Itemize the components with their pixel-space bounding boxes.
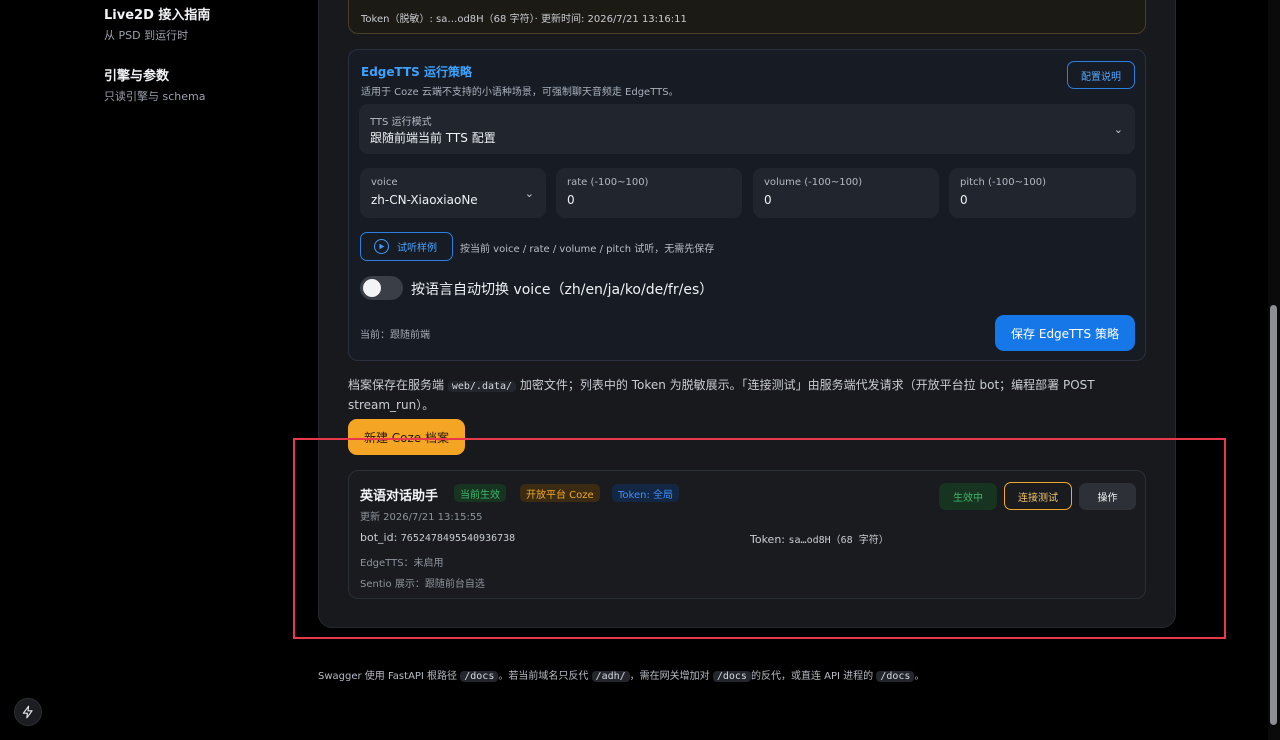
bolt-icon[interactable] [14,698,42,726]
sidebar-item-engine-params[interactable]: 引擎与参数 只读引擎与 schema [104,65,205,104]
auto-switch-voice-toggle[interactable] [360,276,403,300]
sidebar-item-title: 引擎与参数 [104,69,170,84]
rate-field[interactable]: rate (-100~100) 0 [556,168,742,218]
tts-mode-value: 跟随前端当前 TTS 配置 [370,131,496,145]
sidebar: Live2D 接入指南 从 PSD 到运行时 引擎与参数 只读引擎与 schem… [0,0,300,740]
edgetts-title: EdgeTTS 运行策略 [361,65,472,79]
scrollbar[interactable] [1268,0,1280,740]
sidebar-item-live2d-guide[interactable]: Live2D 接入指南 从 PSD 到运行时 [104,4,210,43]
preview-sample-button[interactable]: 试听样例 [360,232,453,261]
archive-note: 档案保存在服务端 web/.data/ 加密文件；列表中的 Token 为脱敏展… [348,376,1148,415]
highlight-box [293,438,1226,639]
sidebar-item-subtitle: 从 PSD 到运行时 [104,29,189,42]
footer-text: 的反代，或直连 API 进程的 [750,671,874,682]
volume-field[interactable]: volume (-100~100) 0 [753,168,939,218]
sidebar-item-subtitle: 只读引擎与 schema [104,90,206,103]
pitch-field[interactable]: pitch (-100~100) 0 [949,168,1136,218]
auto-switch-voice-label: 按语言自动切换 voice（zh/en/ja/ko/de/fr/es） [411,282,714,298]
archive-note-text: 档案保存在服务端 [348,378,445,392]
chevron-down-icon: ⌄ [1113,123,1123,136]
current-mode-text: 当前：跟随前端 [360,330,430,341]
config-help-button[interactable]: 配置说明 [1067,61,1135,89]
footer-code: /docs [876,671,915,682]
footer-text: 。 [914,671,925,682]
voice-label: voice [371,177,398,188]
rate-label: rate (-100~100) [567,177,649,188]
rate-value: 0 [567,193,575,207]
volume-value: 0 [764,193,772,207]
token-summary-bar: Token（脱敏）: sa…od8H（68 字符）· 更新时间: 2026/7/… [348,0,1146,34]
volume-label: volume (-100~100) [764,177,863,188]
save-edgetts-button[interactable]: 保存 EdgeTTS 策略 [995,315,1135,351]
tts-mode-label: TTS 运行模式 [370,117,432,128]
footer-text: ，需在网关增加对 [629,671,710,682]
play-icon [374,239,389,254]
footer-code: /docs [460,671,499,682]
edgetts-description: 适用于 Coze 云端不支持的小语种场景，可强制聊天音频走 EdgeTTS。 [361,87,679,98]
tts-mode-select[interactable]: TTS 运行模式 跟随前端当前 TTS 配置 ⌄ [359,104,1135,154]
edgetts-strategy-card: EdgeTTS 运行策略 适用于 Coze 云端不支持的小语种场景，可强制聊天音… [348,49,1146,361]
sidebar-item-title: Live2D 接入指南 [104,8,211,23]
toggle-knob [363,279,381,297]
footer-text: Swagger 使用 FastAPI 根路径 [318,671,458,682]
scrollbar-thumb[interactable] [1270,305,1277,725]
voice-select[interactable]: voice zh-CN-XiaoxiaoNe ⌄ [360,168,546,218]
token-summary-text: Token（脱敏）: sa…od8H（68 字符）· 更新时间: 2026/7/… [361,14,687,25]
archive-path-code: web/.data/ [447,381,517,392]
footer-code: /adh/ [591,671,630,682]
voice-value: zh-CN-XiaoxiaoNe [371,193,478,207]
footer-code: /docs [712,671,751,682]
chevron-down-icon: ⌄ [524,187,534,200]
swagger-footer-note: Swagger 使用 FastAPI 根路径 /docs 。若当前域名只反代 /a… [318,667,924,682]
preview-sample-label: 试听样例 [397,243,437,254]
footer-text: 。若当前域名只反代 [498,671,589,682]
preview-hint: 按当前 voice / rate / volume / pitch 试听，无需先… [460,244,715,255]
pitch-label: pitch (-100~100) [960,177,1047,188]
pitch-value: 0 [960,193,968,207]
